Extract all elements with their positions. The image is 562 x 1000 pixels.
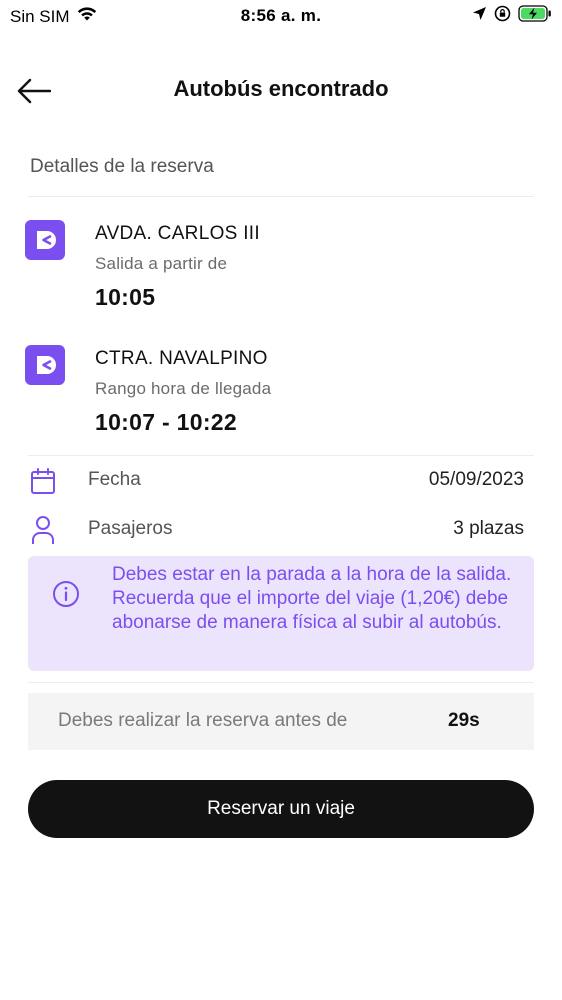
countdown-value: 29s	[448, 710, 480, 731]
info-notice: Debes estar en la parada a la hora de la…	[28, 556, 534, 671]
date-value: 05/09/2023	[428, 469, 524, 490]
section-title: Detalles de la reserva	[30, 156, 214, 177]
bus-stop-icon	[25, 345, 65, 385]
orientation-lock-icon	[494, 5, 511, 27]
notice-text: Debes estar en la parada a la hora de la…	[112, 564, 512, 633]
status-bar: Sin SIM 8:56 a. m.	[0, 0, 562, 32]
info-icon	[52, 580, 80, 608]
destination-stop-name: CTRA. NAVALPINO	[95, 348, 268, 369]
countdown-label: Debes realizar la reserva antes de	[58, 710, 348, 731]
location-arrow-icon	[472, 6, 487, 26]
destination-subtitle: Rango hora de llegada	[95, 379, 272, 398]
origin-time: 10:05	[95, 284, 156, 310]
passengers-label: Pasajeros	[88, 518, 173, 539]
divider	[28, 196, 534, 197]
reserve-trip-button[interactable]: Reservar un viaje	[28, 780, 534, 838]
date-label: Fecha	[88, 469, 141, 490]
bus-stop-icon	[25, 220, 65, 260]
battery-charging-icon	[518, 5, 552, 27]
divider	[28, 682, 534, 683]
calendar-icon	[30, 467, 56, 495]
reservation-countdown: Debes realizar la reserva antes de 29s	[28, 693, 534, 750]
passengers-value: 3 plazas	[453, 518, 524, 539]
divider	[28, 455, 534, 456]
person-icon	[30, 516, 56, 544]
origin-stop-name: AVDA. CARLOS III	[95, 223, 260, 244]
destination-time: 10:07 - 10:22	[95, 409, 237, 435]
status-icons	[472, 5, 552, 27]
page-title: Autobús encontrado	[173, 76, 389, 101]
origin-subtitle: Salida a partir de	[95, 254, 228, 273]
